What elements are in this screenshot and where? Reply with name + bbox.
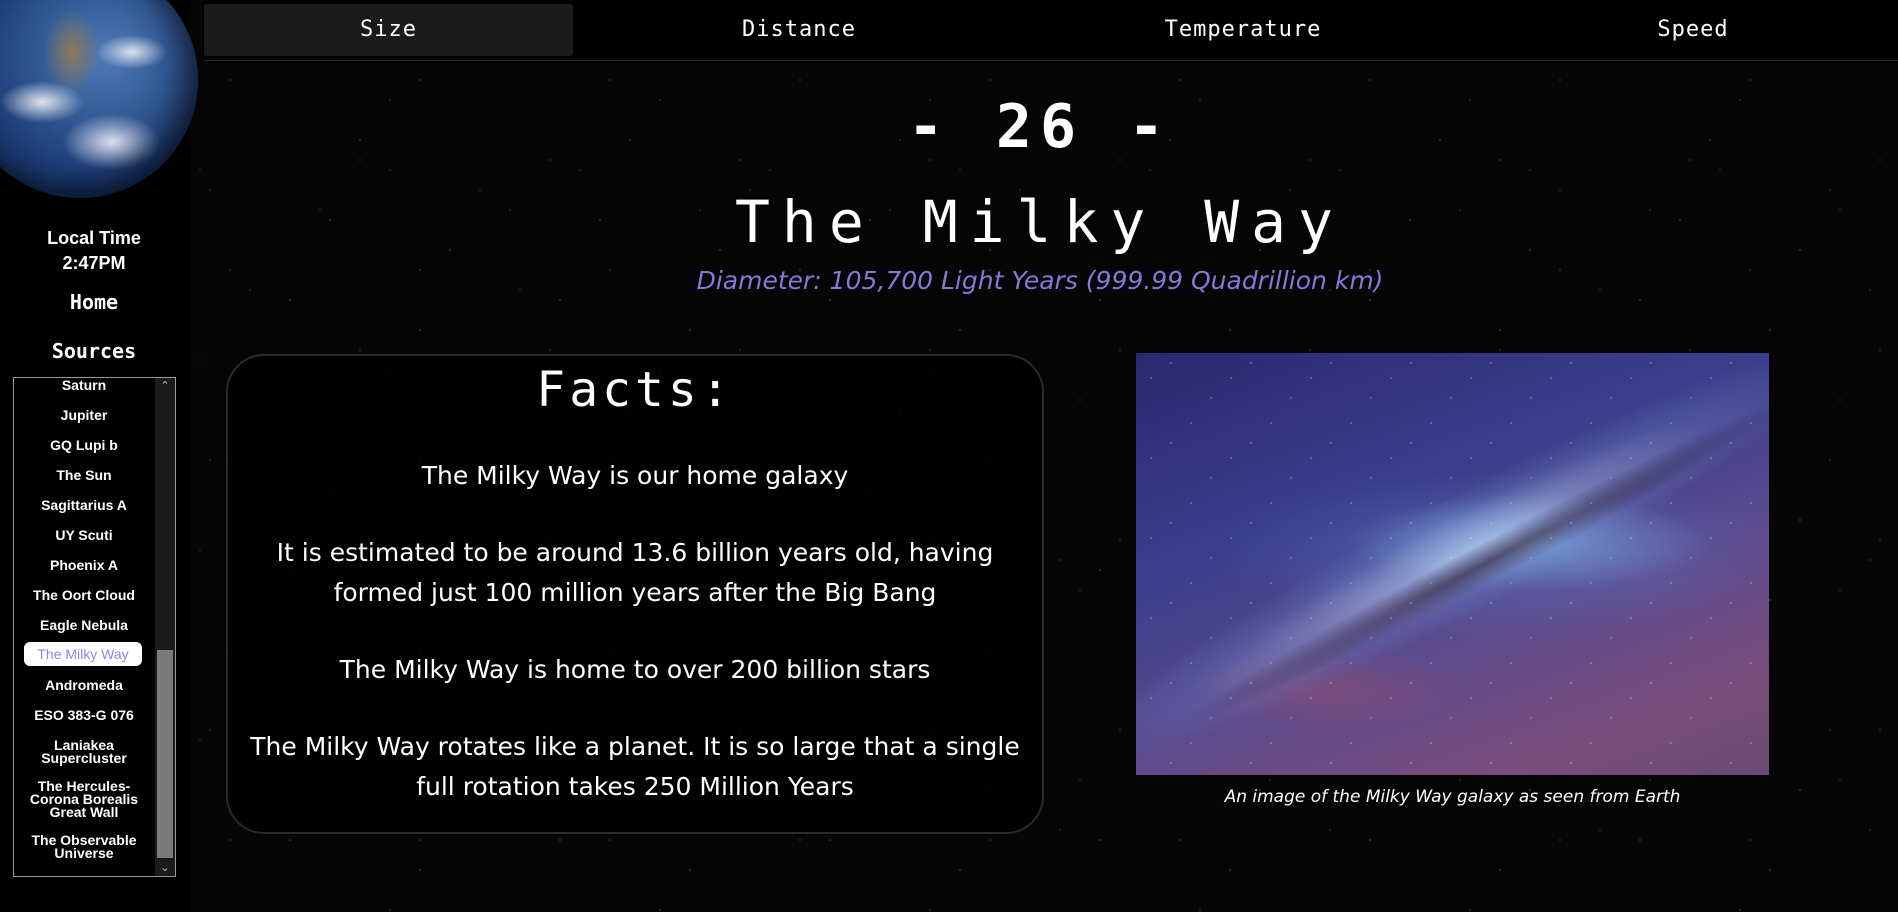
list-item-hercules-corona-borealis[interactable]: The Hercules-Corona Borealis Great Wall bbox=[22, 779, 146, 819]
tab-distance[interactable]: Distance bbox=[609, 4, 989, 56]
list-item-gq-lupi-b[interactable]: GQ Lupi b bbox=[14, 438, 154, 452]
sources-link[interactable]: Sources bbox=[0, 339, 188, 363]
page-title: The Milky Way bbox=[735, 188, 1345, 256]
scroll-thumb[interactable] bbox=[157, 650, 173, 858]
facts-title: Facts: bbox=[536, 362, 734, 418]
milky-way-image bbox=[1136, 353, 1769, 775]
earth-image bbox=[0, 0, 198, 198]
local-time: Local Time 2:47PM bbox=[0, 226, 188, 276]
fact-item: The Milky Way is home to over 200 billio… bbox=[339, 655, 931, 684]
list-item-milky-way[interactable]: The Milky Way bbox=[24, 642, 142, 666]
chevron-down-icon[interactable]: ⌄ bbox=[155, 860, 175, 876]
image-caption: An image of the Milky Way galaxy as seen… bbox=[1224, 787, 1681, 807]
list-item-eagle-nebula[interactable]: Eagle Nebula bbox=[14, 618, 154, 632]
list-item-jupiter[interactable]: Jupiter bbox=[14, 408, 154, 422]
tab-temperature[interactable]: Temperature bbox=[1043, 4, 1443, 56]
list-item-observable-universe[interactable]: The Observable Universe bbox=[22, 833, 146, 860]
list-item-saturn[interactable]: Saturn bbox=[14, 378, 154, 392]
list-item-uy-scuti[interactable]: UY Scuti bbox=[14, 528, 154, 542]
galaxy-stars bbox=[1136, 353, 1769, 775]
list-item-laniakea[interactable]: Laniakea Supercluster bbox=[34, 738, 134, 765]
list-item-eso-383-g-076[interactable]: ESO 383-G 076 bbox=[14, 708, 154, 722]
list-item-the-sun[interactable]: The Sun bbox=[14, 468, 154, 482]
fact-item: It is estimated to be around 13.6 billio… bbox=[276, 538, 994, 607]
top-nav: Size Distance Temperature Speed bbox=[203, 0, 1898, 61]
list-item-andromeda[interactable]: Andromeda bbox=[14, 678, 154, 692]
diameter-text: Diameter: 105,700 Light Years (999.99 Qu… bbox=[696, 266, 1384, 295]
tab-size[interactable]: Size bbox=[204, 4, 573, 56]
home-link[interactable]: Home bbox=[0, 290, 188, 314]
chevron-up-icon[interactable]: ⌃ bbox=[155, 378, 175, 394]
sidebar: Local Time 2:47PM Home Sources Saturn Ju… bbox=[0, 0, 198, 912]
fact-item: The Milky Way is our home galaxy bbox=[421, 461, 849, 490]
facts-panel: Facts: The Milky Way is our home galaxy … bbox=[226, 354, 1044, 834]
tab-speed[interactable]: Speed bbox=[1543, 4, 1843, 56]
list-item-oort-cloud[interactable]: The Oort Cloud bbox=[14, 588, 154, 602]
list-item-phoenix-a[interactable]: Phoenix A bbox=[14, 558, 154, 572]
fact-item: The Milky Way rotates like a planet. It … bbox=[250, 732, 1020, 801]
local-time-label: Local Time bbox=[47, 228, 141, 248]
size-rank: - 26 - bbox=[907, 92, 1173, 162]
list-item-sagittarius-a[interactable]: Sagittarius A bbox=[14, 498, 154, 512]
list-scrollbar[interactable]: ⌃ ⌄ bbox=[155, 378, 175, 876]
object-list[interactable]: Saturn Jupiter GQ Lupi b The Sun Sagitta… bbox=[13, 377, 176, 877]
local-time-value: 2:47PM bbox=[62, 253, 126, 273]
